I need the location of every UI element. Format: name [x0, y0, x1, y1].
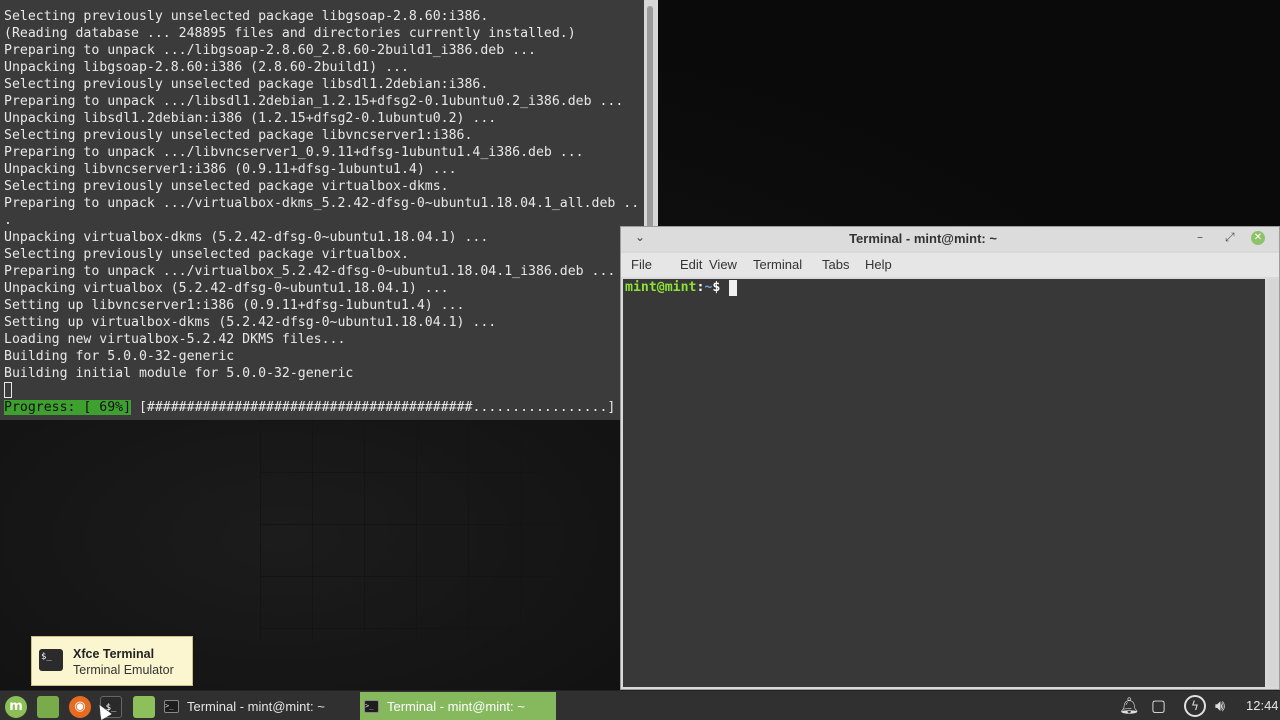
prompt-symbol: $: [712, 280, 721, 295]
output-line: Selecting previously unselected package …: [4, 247, 409, 262]
output-line: Setting up libvncserver1:i386 (0.9.11+df…: [4, 298, 465, 313]
network-icon[interactable]: ▢: [1151, 696, 1166, 715]
progress-line: Progress: [ 69%] [######################…: [4, 399, 615, 416]
output-line: Unpacking virtualbox (5.2.42-dfsg-0~ubun…: [4, 281, 449, 296]
output-line: Loading new virtualbox-5.2.42 DKMS files…: [4, 332, 346, 347]
terminal-icon: $_: [39, 649, 63, 671]
tooltip-title: Xfce Terminal: [73, 647, 155, 661]
menu-tabs[interactable]: Tabs: [822, 257, 849, 272]
output-line: Unpacking libvncserver1:i386 (0.9.11+dfs…: [4, 162, 457, 177]
prompt-user: mint@mint: [625, 280, 697, 295]
minimize-icon[interactable]: –: [1197, 230, 1203, 244]
title-bar[interactable]: ⌄ Terminal - mint@mint: ~ – ⤢ ✕: [621, 227, 1279, 251]
maximize-icon[interactable]: ⤢: [1225, 230, 1235, 245]
output-line: Preparing to unpack .../libsdl1.2debian_…: [4, 94, 624, 109]
output-line: Selecting previously unselected package …: [4, 128, 473, 143]
notifications-bell-icon[interactable]: 🔔︎: [1119, 696, 1139, 715]
menu-help[interactable]: Help: [865, 257, 892, 272]
output-line: Building initial module for 5.0.0-32-gen…: [4, 366, 354, 381]
output-line: Building for 5.0.0-32-generic: [4, 349, 235, 364]
mint-menu-icon[interactable]: m: [5, 696, 27, 718]
terminal-icon: >_: [364, 700, 379, 713]
show-desktop-icon[interactable]: [37, 696, 59, 718]
scrollbar[interactable]: [1267, 279, 1279, 687]
output-line: Preparing to unpack .../virtualbox-dkms_…: [4, 196, 640, 211]
firefox-icon[interactable]: ◉: [69, 696, 91, 718]
output-line: Preparing to unpack .../virtualbox_5.2.4…: [4, 264, 616, 279]
terminal-text-area[interactable]: mint@mint:~$: [623, 279, 1265, 687]
terminal-window[interactable]: ⌄ Terminal - mint@mint: ~ – ⤢ ✕ File Edi…: [620, 226, 1280, 690]
menu-bar: File Edit View Terminal Tabs Help: [621, 253, 1279, 277]
clock[interactable]: 12:44: [1246, 698, 1279, 713]
menu-file[interactable]: File: [631, 257, 652, 272]
menu-terminal[interactable]: Terminal: [753, 257, 802, 272]
launcher-tooltip: $_ Xfce Terminal Terminal Emulator: [31, 636, 193, 686]
window-title: Terminal - mint@mint: ~: [849, 231, 997, 246]
progress-bar: [#######################################…: [131, 400, 616, 415]
output-line: Unpacking libgsoap-2.8.60:i386 (2.8.60-2…: [4, 60, 409, 75]
terminal-icon: >_: [164, 700, 179, 713]
taskbar-window-button[interactable]: >_ Terminal - mint@mint: ~: [160, 692, 356, 720]
volume-icon[interactable]: 🔊︎: [1215, 696, 1225, 716]
text-cursor: [4, 382, 12, 398]
apt-output: Selecting previously unselected package …: [4, 8, 639, 382]
task-label: Terminal - mint@mint: ~: [187, 699, 325, 714]
output-line: (Reading database ... 248895 files and d…: [4, 26, 576, 41]
progress-label: Progress: [ 69%]: [4, 400, 132, 415]
output-line: Unpacking libsdl1.2debian:i386 (1.2.15+d…: [4, 111, 497, 126]
output-line: .: [4, 213, 12, 228]
output-line: Selecting previously unselected package …: [4, 9, 489, 24]
tooltip-subtitle: Terminal Emulator: [73, 663, 174, 677]
output-line: Preparing to unpack .../libgsoap-2.8.60_…: [4, 43, 536, 58]
taskbar: m ◉ $_ >_ Terminal - mint@mint: ~ >_ Ter…: [0, 690, 1280, 720]
output-line: Selecting previously unselected package …: [4, 179, 449, 194]
close-icon[interactable]: ✕: [1251, 231, 1265, 245]
taskbar-window-button-active[interactable]: >_ Terminal - mint@mint: ~: [360, 692, 556, 720]
files-folder-icon[interactable]: [133, 696, 155, 718]
output-line: Selecting previously unselected package …: [4, 77, 489, 92]
power-icon[interactable]: ϟ: [1184, 695, 1206, 717]
output-line: Unpacking virtualbox-dkms (5.2.42-dfsg-0…: [4, 230, 489, 245]
output-line: Setting up virtualbox-dkms (5.2.42-dfsg-…: [4, 315, 497, 330]
text-cursor: [729, 280, 737, 296]
menu-edit[interactable]: Edit: [680, 257, 702, 272]
menu-view[interactable]: View: [709, 257, 737, 272]
shell-prompt: mint@mint:~$: [625, 279, 720, 296]
output-line: Preparing to unpack .../libvncserver1_0.…: [4, 145, 584, 160]
background-terminal-window[interactable]: Selecting previously unselected package …: [0, 0, 658, 420]
task-label: Terminal - mint@mint: ~: [387, 699, 525, 714]
